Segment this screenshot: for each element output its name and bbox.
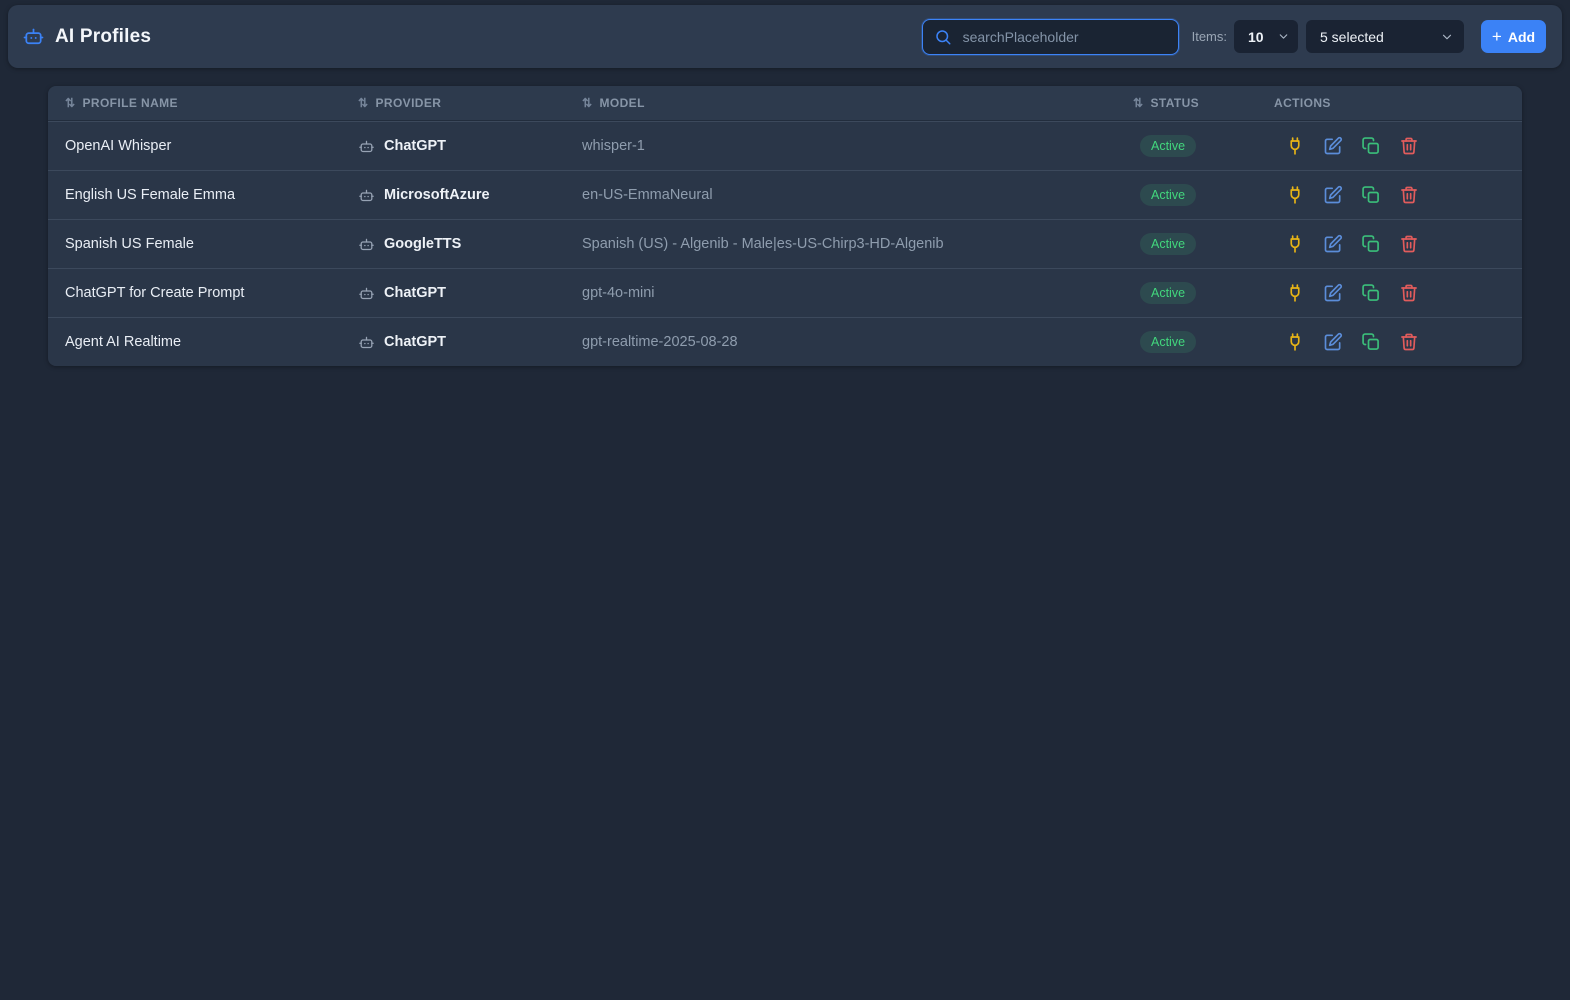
add-button-label: Add [1507, 28, 1536, 45]
actions-cell [1274, 332, 1522, 352]
delete-button[interactable] [1399, 136, 1419, 156]
sort-icon: ⇅ [582, 96, 593, 110]
actions-cell [1274, 185, 1522, 205]
model-name: en-US-EmmaNeural [582, 187, 713, 203]
delete-button[interactable] [1399, 332, 1419, 352]
robot-icon [358, 285, 375, 302]
header-controls: Items: 10 5 selected + Add [921, 18, 1546, 55]
duplicate-button[interactable] [1361, 283, 1381, 303]
table-row: English US Female Emma MicrosoftAzure en… [48, 170, 1522, 219]
header-bar: AI Profiles Items: 10 5 selected + Add [8, 5, 1562, 68]
status-cell: Active [1133, 184, 1274, 206]
model-name: gpt-4o-mini [582, 285, 655, 301]
profile-name: English US Female Emma [65, 187, 236, 203]
provider-name: GoogleTTS [384, 236, 462, 252]
edit-button[interactable] [1323, 283, 1343, 303]
provider-name: ChatGPT [384, 334, 447, 350]
column-header-provider[interactable]: ⇅ PROVIDER [358, 96, 582, 110]
page-title: AI Profiles [55, 25, 152, 47]
test-connection-button[interactable] [1285, 234, 1305, 254]
provider-cell: ChatGPT [358, 334, 582, 351]
columns-multiselect[interactable]: 5 selected [1306, 20, 1464, 53]
items-label: Items: [1191, 29, 1227, 44]
duplicate-button[interactable] [1361, 234, 1381, 254]
status-badge: Active [1140, 282, 1197, 304]
duplicate-button[interactable] [1361, 136, 1381, 156]
actions-cell [1274, 136, 1522, 156]
model-name: whisper-1 [582, 138, 645, 154]
search-icon [934, 28, 952, 46]
provider-cell: ChatGPT [358, 138, 582, 155]
sort-icon: ⇅ [1133, 96, 1144, 110]
test-connection-button[interactable] [1285, 332, 1305, 352]
provider-name: ChatGPT [384, 285, 447, 301]
model-name: Spanish (US) - Algenib - Male|es-US-Chir… [582, 236, 944, 252]
status-badge: Active [1140, 233, 1197, 255]
search-input[interactable] [962, 28, 1168, 45]
columns-multiselect-value: 5 selected [1320, 28, 1384, 45]
status-badge: Active [1140, 331, 1197, 353]
sort-icon: ⇅ [358, 96, 369, 110]
column-header-model[interactable]: ⇅ MODEL [582, 96, 1133, 110]
edit-button[interactable] [1323, 136, 1343, 156]
column-header-status[interactable]: ⇅ STATUS [1133, 96, 1274, 110]
test-connection-button[interactable] [1285, 283, 1305, 303]
profile-name: OpenAI Whisper [65, 138, 172, 154]
plus-icon: + [1491, 27, 1502, 46]
provider-cell: GoogleTTS [358, 236, 582, 253]
duplicate-button[interactable] [1361, 185, 1381, 205]
column-header-actions: ACTIONS [1274, 96, 1331, 110]
edit-button[interactable] [1323, 185, 1343, 205]
robot-icon [358, 187, 375, 204]
provider-cell: MicrosoftAzure [358, 187, 582, 204]
status-cell: Active [1133, 282, 1274, 304]
test-connection-button[interactable] [1285, 185, 1305, 205]
items-per-page-select[interactable]: 10 [1234, 20, 1298, 53]
provider-name: MicrosoftAzure [384, 187, 490, 203]
search-box [921, 18, 1179, 55]
model-name: gpt-realtime-2025-08-28 [582, 334, 738, 350]
robot-icon [22, 25, 45, 48]
chevron-down-icon [1440, 30, 1454, 44]
table-row: ChatGPT for Create Prompt ChatGPT gpt-4o… [48, 268, 1522, 317]
column-header-profile-name[interactable]: ⇅ PROFILE NAME [65, 96, 358, 110]
profile-name: ChatGPT for Create Prompt [65, 285, 245, 301]
table-row: Spanish US Female GoogleTTS Spanish (US)… [48, 219, 1522, 268]
table-header-row: ⇅ PROFILE NAME ⇅ PROVIDER ⇅ MODEL ⇅ STAT… [48, 86, 1522, 121]
status-cell: Active [1133, 233, 1274, 255]
profiles-table: ⇅ PROFILE NAME ⇅ PROVIDER ⇅ MODEL ⇅ STAT… [48, 86, 1522, 366]
delete-button[interactable] [1399, 283, 1419, 303]
sort-icon: ⇅ [65, 96, 76, 110]
robot-icon [358, 334, 375, 351]
actions-cell [1274, 283, 1522, 303]
status-badge: Active [1140, 135, 1197, 157]
status-badge: Active [1140, 184, 1197, 206]
chevron-down-icon [1277, 30, 1290, 43]
page-title-group: AI Profiles [22, 25, 151, 48]
table-row: OpenAI Whisper ChatGPT whisper-1 Active [48, 121, 1522, 170]
profile-name: Spanish US Female [65, 236, 194, 252]
edit-button[interactable] [1323, 234, 1343, 254]
provider-name: ChatGPT [384, 138, 447, 154]
items-per-page-value: 10 [1248, 28, 1264, 45]
provider-cell: ChatGPT [358, 285, 582, 302]
status-cell: Active [1133, 331, 1274, 353]
add-button[interactable]: + Add [1481, 20, 1546, 53]
status-cell: Active [1133, 135, 1274, 157]
profile-name: Agent AI Realtime [65, 334, 182, 350]
edit-button[interactable] [1323, 332, 1343, 352]
delete-button[interactable] [1399, 234, 1419, 254]
robot-icon [358, 236, 375, 253]
test-connection-button[interactable] [1285, 136, 1305, 156]
delete-button[interactable] [1399, 185, 1419, 205]
robot-icon [358, 138, 375, 155]
actions-cell [1274, 234, 1522, 254]
duplicate-button[interactable] [1361, 332, 1381, 352]
table-row: Agent AI Realtime ChatGPT gpt-realtime-2… [48, 317, 1522, 366]
